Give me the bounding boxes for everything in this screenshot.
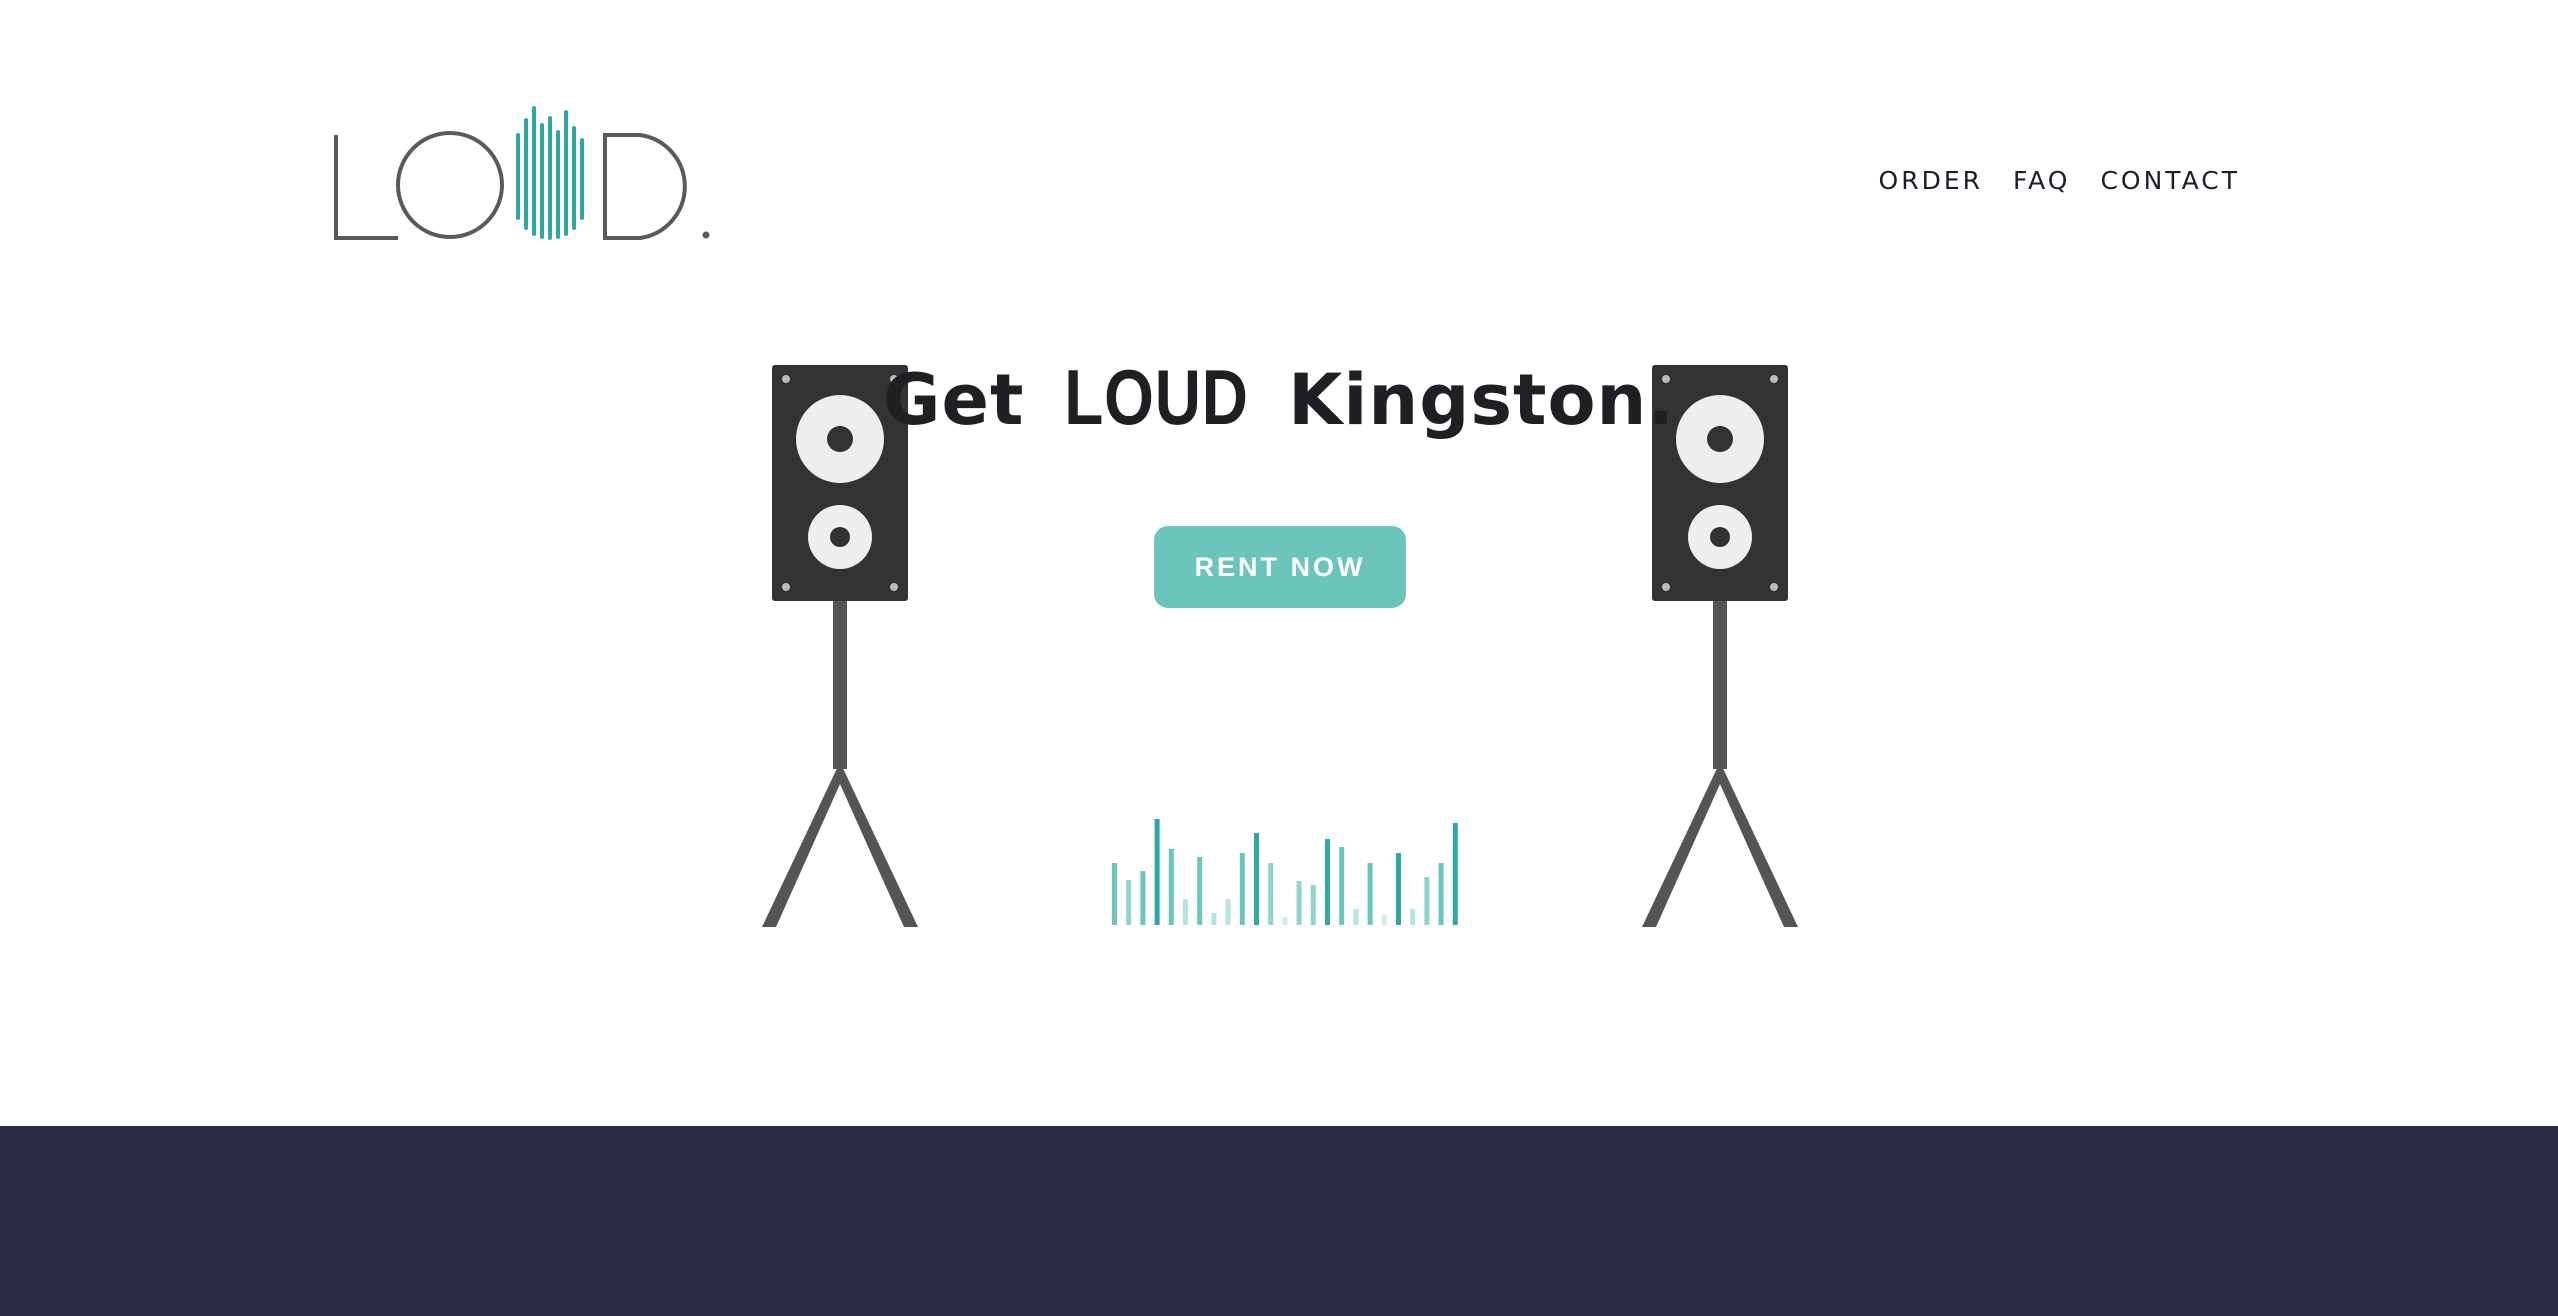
equalizer-bar <box>1438 863 1444 925</box>
rent-now-button[interactable]: RENT NOW <box>1154 526 1406 608</box>
equalizer-bar <box>1126 880 1132 925</box>
equalizer-bar <box>1112 863 1117 925</box>
equalizer-bar <box>1339 847 1345 925</box>
equalizer-bar <box>1268 863 1274 925</box>
equalizer-bar <box>1353 909 1359 925</box>
footer-band <box>0 1126 2558 1316</box>
headline-prefix: Get <box>883 359 1025 441</box>
equalizer-bar <box>1381 915 1387 925</box>
equalizer-bar <box>1296 881 1302 925</box>
equalizer-bar <box>1424 877 1430 925</box>
nav-contact-link[interactable]: CONTACT <box>2100 166 2240 195</box>
equalizer-bar <box>1197 857 1203 925</box>
landing-page: ORDER FAQ CONTACT Get LOUD Kingston. REN… <box>0 0 2558 1316</box>
equalizer-bar <box>1225 899 1231 925</box>
equalizer-bar <box>1325 839 1330 925</box>
equalizer-bar <box>1282 917 1288 925</box>
nav-order-link[interactable]: ORDER <box>1879 166 1983 195</box>
speaker-left-icon <box>762 365 918 927</box>
equalizer-bar <box>1410 909 1416 925</box>
equalizer-icon <box>1112 819 1458 925</box>
loud-logo[interactable] <box>330 100 720 245</box>
equalizer-bar <box>1168 849 1174 925</box>
nav-faq-link[interactable]: FAQ <box>2013 166 2070 195</box>
equalizer-bar <box>1310 885 1316 925</box>
hero-headline: Get LOUD Kingston. <box>0 352 2558 443</box>
equalizer-bar <box>1154 819 1160 925</box>
main-nav: ORDER FAQ CONTACT <box>1879 166 2240 195</box>
equalizer-bar <box>1367 863 1373 925</box>
equalizer-bar <box>1254 833 1259 925</box>
equalizer-bar <box>1183 899 1188 925</box>
speaker-right-icon <box>1642 365 1798 927</box>
equalizer-bar <box>1211 913 1217 925</box>
equalizer-bar <box>1239 853 1245 925</box>
equalizer-bar <box>1396 853 1401 925</box>
equalizer-bar <box>1140 871 1146 925</box>
equalizer-bar <box>1452 823 1458 925</box>
headline-brand: LOUD <box>1064 353 1249 441</box>
headline-suffix: Kingston. <box>1288 359 1675 441</box>
